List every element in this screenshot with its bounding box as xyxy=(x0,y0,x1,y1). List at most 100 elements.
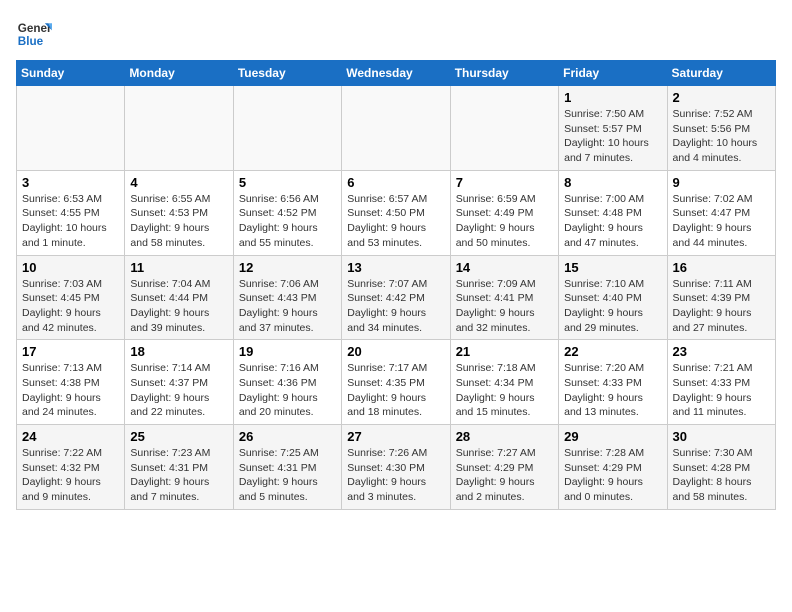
calendar-cell: 8 Sunrise: 7:00 AM Sunset: 4:48 PM Daylig… xyxy=(559,170,667,255)
calendar-cell: 27 Sunrise: 7:26 AM Sunset: 4:30 PM Dayli… xyxy=(342,425,450,510)
day-info: Sunrise: 7:11 AM Sunset: 4:39 PM Dayligh… xyxy=(673,277,770,336)
day-number: 23 xyxy=(673,344,770,359)
calendar-cell: 7 Sunrise: 6:59 AM Sunset: 4:49 PM Daylig… xyxy=(450,170,558,255)
day-info: Sunrise: 7:27 AM Sunset: 4:29 PM Dayligh… xyxy=(456,446,553,505)
day-number: 26 xyxy=(239,429,336,444)
day-info: Sunrise: 7:16 AM Sunset: 4:36 PM Dayligh… xyxy=(239,361,336,420)
logo: General Blue xyxy=(16,16,52,52)
day-number: 22 xyxy=(564,344,661,359)
calendar-cell: 5 Sunrise: 6:56 AM Sunset: 4:52 PM Daylig… xyxy=(233,170,341,255)
calendar-cell: 12 Sunrise: 7:06 AM Sunset: 4:43 PM Dayli… xyxy=(233,255,341,340)
calendar-week-row: 1 Sunrise: 7:50 AM Sunset: 5:57 PM Daylig… xyxy=(17,86,776,171)
calendar-cell: 25 Sunrise: 7:23 AM Sunset: 4:31 PM Dayli… xyxy=(125,425,233,510)
calendar-cell xyxy=(17,86,125,171)
day-number: 29 xyxy=(564,429,661,444)
weekday-header-wednesday: Wednesday xyxy=(342,61,450,86)
calendar-cell: 6Sunrise: 6:57 AM Sunset: 4:50 PM Daylig… xyxy=(342,170,450,255)
day-number: 4 xyxy=(130,175,227,190)
calendar-cell xyxy=(125,86,233,171)
day-info: Sunrise: 6:56 AM Sunset: 4:52 PM Dayligh… xyxy=(239,192,336,251)
day-info: Sunrise: 7:06 AM Sunset: 4:43 PM Dayligh… xyxy=(239,277,336,336)
calendar-cell: 10 Sunrise: 7:03 AM Sunset: 4:45 PM Dayli… xyxy=(17,255,125,340)
day-info: Sunrise: 7:14 AM Sunset: 4:37 PM Dayligh… xyxy=(130,361,227,420)
day-info: Sunrise: 7:23 AM Sunset: 4:31 PM Dayligh… xyxy=(130,446,227,505)
day-number: 8 xyxy=(564,175,661,190)
calendar-cell: 18Sunrise: 7:14 AM Sunset: 4:37 PM Dayli… xyxy=(125,340,233,425)
calendar-cell: 30 Sunrise: 7:30 AM Sunset: 4:28 PM Dayli… xyxy=(667,425,775,510)
calendar-cell: 29Sunrise: 7:28 AM Sunset: 4:29 PM Dayli… xyxy=(559,425,667,510)
calendar-cell: 26 Sunrise: 7:25 AM Sunset: 4:31 PM Dayli… xyxy=(233,425,341,510)
weekday-header-friday: Friday xyxy=(559,61,667,86)
calendar-cell: 23 Sunrise: 7:21 AM Sunset: 4:33 PM Dayli… xyxy=(667,340,775,425)
day-info: Sunrise: 7:00 AM Sunset: 4:48 PM Dayligh… xyxy=(564,192,661,251)
day-number: 13 xyxy=(347,260,444,275)
day-number: 19 xyxy=(239,344,336,359)
day-info: Sunrise: 7:07 AM Sunset: 4:42 PM Dayligh… xyxy=(347,277,444,336)
day-info: Sunrise: 7:25 AM Sunset: 4:31 PM Dayligh… xyxy=(239,446,336,505)
day-info: Sunrise: 7:04 AM Sunset: 4:44 PM Dayligh… xyxy=(130,277,227,336)
calendar-cell: 1 Sunrise: 7:50 AM Sunset: 5:57 PM Daylig… xyxy=(559,86,667,171)
day-info: Sunrise: 7:03 AM Sunset: 4:45 PM Dayligh… xyxy=(22,277,119,336)
weekday-header-monday: Monday xyxy=(125,61,233,86)
day-number: 1 xyxy=(564,90,661,105)
day-info: Sunrise: 6:59 AM Sunset: 4:49 PM Dayligh… xyxy=(456,192,553,251)
day-number: 7 xyxy=(456,175,553,190)
weekday-header-row: SundayMondayTuesdayWednesdayThursdayFrid… xyxy=(17,61,776,86)
calendar-cell: 17 Sunrise: 7:13 AM Sunset: 4:38 PM Dayli… xyxy=(17,340,125,425)
day-number: 21 xyxy=(456,344,553,359)
calendar-cell xyxy=(233,86,341,171)
calendar-week-row: 17 Sunrise: 7:13 AM Sunset: 4:38 PM Dayli… xyxy=(17,340,776,425)
svg-text:Blue: Blue xyxy=(18,35,44,48)
day-number: 30 xyxy=(673,429,770,444)
calendar-cell xyxy=(450,86,558,171)
calendar-cell: 4 Sunrise: 6:55 AM Sunset: 4:53 PM Daylig… xyxy=(125,170,233,255)
weekday-header-sunday: Sunday xyxy=(17,61,125,86)
calendar-cell xyxy=(342,86,450,171)
calendar-table: SundayMondayTuesdayWednesdayThursdayFrid… xyxy=(16,60,776,510)
calendar-cell: 13 Sunrise: 7:07 AM Sunset: 4:42 PM Dayli… xyxy=(342,255,450,340)
calendar-week-row: 24Sunrise: 7:22 AM Sunset: 4:32 PM Dayli… xyxy=(17,425,776,510)
calendar-cell: 11Sunrise: 7:04 AM Sunset: 4:44 PM Dayli… xyxy=(125,255,233,340)
day-info: Sunrise: 6:55 AM Sunset: 4:53 PM Dayligh… xyxy=(130,192,227,251)
day-number: 27 xyxy=(347,429,444,444)
day-info: Sunrise: 7:22 AM Sunset: 4:32 PM Dayligh… xyxy=(22,446,119,505)
calendar-cell: 9 Sunrise: 7:02 AM Sunset: 4:47 PM Daylig… xyxy=(667,170,775,255)
day-number: 2 xyxy=(673,90,770,105)
day-number: 9 xyxy=(673,175,770,190)
day-info: Sunrise: 7:18 AM Sunset: 4:34 PM Dayligh… xyxy=(456,361,553,420)
day-number: 16 xyxy=(673,260,770,275)
weekday-header-tuesday: Tuesday xyxy=(233,61,341,86)
day-info: Sunrise: 6:53 AM Sunset: 4:55 PM Dayligh… xyxy=(22,192,119,251)
day-info: Sunrise: 7:17 AM Sunset: 4:35 PM Dayligh… xyxy=(347,361,444,420)
day-number: 5 xyxy=(239,175,336,190)
day-info: Sunrise: 7:10 AM Sunset: 4:40 PM Dayligh… xyxy=(564,277,661,336)
day-number: 12 xyxy=(239,260,336,275)
day-number: 17 xyxy=(22,344,119,359)
weekday-header-thursday: Thursday xyxy=(450,61,558,86)
calendar-week-row: 10 Sunrise: 7:03 AM Sunset: 4:45 PM Dayli… xyxy=(17,255,776,340)
day-number: 25 xyxy=(130,429,227,444)
day-info: Sunrise: 7:09 AM Sunset: 4:41 PM Dayligh… xyxy=(456,277,553,336)
day-info: Sunrise: 7:20 AM Sunset: 4:33 PM Dayligh… xyxy=(564,361,661,420)
day-number: 15 xyxy=(564,260,661,275)
day-info: Sunrise: 7:13 AM Sunset: 4:38 PM Dayligh… xyxy=(22,361,119,420)
calendar-cell: 19 Sunrise: 7:16 AM Sunset: 4:36 PM Dayli… xyxy=(233,340,341,425)
day-number: 20 xyxy=(347,344,444,359)
day-info: Sunrise: 7:02 AM Sunset: 4:47 PM Dayligh… xyxy=(673,192,770,251)
day-info: Sunrise: 7:26 AM Sunset: 4:30 PM Dayligh… xyxy=(347,446,444,505)
day-info: Sunrise: 7:52 AM Sunset: 5:56 PM Dayligh… xyxy=(673,107,770,166)
day-info: Sunrise: 7:21 AM Sunset: 4:33 PM Dayligh… xyxy=(673,361,770,420)
day-number: 10 xyxy=(22,260,119,275)
calendar-cell: 28 Sunrise: 7:27 AM Sunset: 4:29 PM Dayli… xyxy=(450,425,558,510)
day-info: Sunrise: 7:50 AM Sunset: 5:57 PM Dayligh… xyxy=(564,107,661,166)
calendar-cell: 2 Sunrise: 7:52 AM Sunset: 5:56 PM Daylig… xyxy=(667,86,775,171)
day-info: Sunrise: 7:30 AM Sunset: 4:28 PM Dayligh… xyxy=(673,446,770,505)
calendar-cell: 21 Sunrise: 7:18 AM Sunset: 4:34 PM Dayli… xyxy=(450,340,558,425)
calendar-cell: 3 Sunrise: 6:53 AM Sunset: 4:55 PM Daylig… xyxy=(17,170,125,255)
day-info: Sunrise: 6:57 AM Sunset: 4:50 PM Dayligh… xyxy=(347,192,444,251)
weekday-header-saturday: Saturday xyxy=(667,61,775,86)
day-number: 3 xyxy=(22,175,119,190)
calendar-cell: 20 Sunrise: 7:17 AM Sunset: 4:35 PM Dayli… xyxy=(342,340,450,425)
day-number: 28 xyxy=(456,429,553,444)
calendar-cell: 22 Sunrise: 7:20 AM Sunset: 4:33 PM Dayli… xyxy=(559,340,667,425)
